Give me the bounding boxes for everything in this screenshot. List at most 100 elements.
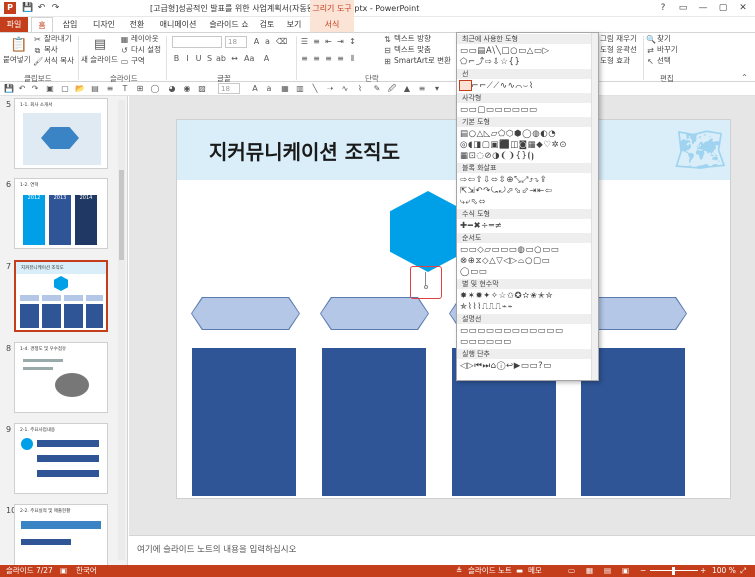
pen-icon[interactable]: ✎ (372, 84, 382, 94)
undo-icon[interactable]: ↶ (17, 84, 27, 94)
slideshow-icon[interactable]: ▣ (45, 84, 55, 94)
zoom-out-icon[interactable]: − (640, 565, 646, 577)
underline-icon[interactable]: U (194, 54, 203, 63)
reset-button[interactable]: 다시 설정 (131, 45, 161, 55)
collapse-ribbon-icon[interactable]: ⌃ (740, 73, 749, 82)
shape-outline-button[interactable]: 도형 윤곽선 (600, 45, 637, 55)
gallery-shape-row[interactable]: ⬠⌐⤴⇨⇩☆{} (460, 57, 521, 68)
gallery-shape-row[interactable]: ▭▭▭▭▭▭ (460, 337, 512, 348)
section-button[interactable]: 구역 (131, 56, 145, 66)
gallery-shape-row[interactable]: ▭▭▭▭▭▭▭▭▭▭▭▭ (460, 326, 564, 337)
line-spacing-icon[interactable]: ↕ (348, 37, 357, 46)
tab-slideshow[interactable]: 슬라이드 쇼 (205, 17, 253, 32)
gallery-shape-row[interactable]: ✚━✖÷═≠ (460, 221, 502, 232)
more-icon[interactable]: ▾ (432, 84, 442, 94)
select-button[interactable]: 선택 (657, 56, 671, 66)
qat-font-size-box[interactable]: 18 (218, 83, 240, 94)
clear-format-icon[interactable]: ⌫ (276, 37, 287, 46)
shadow-icon[interactable]: S (205, 54, 214, 63)
slide-thumbnail-9[interactable]: 2-1. 주요사업내용 (14, 423, 108, 494)
bold-icon[interactable]: B (172, 54, 181, 63)
print-icon[interactable]: ▤ (90, 84, 100, 94)
gallery-shape-row[interactable]: ⊗⊕⧖◇△▽◁▷⌓○▢▭ (460, 256, 550, 267)
slide-thumbnail-10[interactable]: 2-2. 주요실적 및 매출현황 (14, 504, 108, 565)
tab-file[interactable]: 파일 (0, 17, 28, 32)
gallery-shape-row[interactable]: ◁▷⏮⏭⌂ⓘ↩▶▭▭?▭ (460, 361, 552, 372)
tab-home[interactable]: 홈 (31, 17, 53, 32)
ribbon-display-button[interactable]: ▭ (675, 2, 691, 15)
eyedropper-icon[interactable]: 🖉 (387, 84, 397, 94)
tab-design[interactable]: 디자인 (88, 17, 120, 32)
tab-review[interactable]: 검토 (256, 17, 278, 32)
gallery-shape-row[interactable]: ⇱⇲↶↷⤿⤾⬀⬂⬃⇥⇤⇦ (460, 186, 553, 197)
gallery-shape-row[interactable]: ▦⊡◌⊘◑❨❩{}⦗⦘ (460, 151, 534, 162)
minimize-button[interactable]: — (695, 2, 711, 15)
gallery-shape-row[interactable]: ⇨⇦⇧⇩⬄⇳⊕⤡⤢⤴⤵⇪ (460, 175, 547, 186)
top-hexagon-shape[interactable] (390, 191, 466, 272)
undo-icon[interactable]: ↶ (36, 3, 47, 14)
redo-icon[interactable]: ↷ (30, 84, 40, 94)
spellcheck-icon[interactable]: ▣ (60, 565, 67, 577)
gallery-scrollbar[interactable] (591, 33, 598, 380)
chart-icon[interactable]: ▥ (295, 84, 305, 94)
align-center-icon[interactable]: ≡ (312, 54, 321, 63)
hex-box-1[interactable] (192, 298, 299, 329)
gallery-shape-row[interactable]: ▭▭▢▭▭▭▭▭▭ (460, 105, 538, 116)
text-align-button[interactable]: 텍스트 맞춤 (394, 45, 431, 55)
italic-icon[interactable]: I (183, 54, 192, 63)
grow-font-icon[interactable]: A (252, 37, 261, 46)
language[interactable]: 한국어 (76, 565, 97, 577)
slide-thumbnail-5[interactable]: 1-1. 회사 소개서 (14, 98, 108, 169)
slide-title[interactable]: 지커뮤니케이션 조직도 (209, 136, 400, 165)
slide-thumbnail-6[interactable]: 1-2. 연혁 2012 2013 2014 (14, 178, 108, 249)
color-icon[interactable]: ◕ (167, 84, 177, 94)
paste-button[interactable]: 붙여넣기 (3, 55, 31, 65)
shape-icon[interactable]: ◯ (150, 84, 160, 94)
justify-icon[interactable]: ≡ (336, 54, 345, 63)
font-name-box[interactable] (172, 36, 222, 48)
drawn-line-selection[interactable] (410, 266, 442, 299)
slide-canvas[interactable]: 🗺 지커뮤니케이션 조직도 (176, 119, 731, 499)
maximize-button[interactable]: ▢ (715, 2, 731, 15)
shrink-font-icon[interactable]: a (263, 37, 272, 46)
reading-view-icon[interactable]: ▤ (604, 565, 611, 577)
paint-icon[interactable]: ▲ (402, 84, 412, 94)
fit-slide-icon[interactable]: ⤢ (740, 565, 746, 577)
menu-icon[interactable]: ≡ (417, 84, 427, 94)
hex-box-2[interactable] (321, 298, 428, 329)
arrow-icon[interactable]: ➝ (325, 84, 335, 94)
align-left-icon[interactable]: ≡ (300, 54, 309, 63)
gallery-shape-row[interactable]: ✸✶✹✦✧☆✩✪✫✬✭✮ (460, 291, 553, 302)
text-icon[interactable]: T (120, 84, 130, 94)
numbering-icon[interactable]: ≡ (312, 37, 321, 46)
help-button[interactable]: ? (655, 2, 671, 15)
gallery-shape-row[interactable]: ▭▭◇▱▭▭▭◍▭○▭▭ (460, 245, 559, 256)
smartart-button[interactable]: SmartArt로 변환 (394, 56, 451, 66)
save-icon[interactable]: 💾 (4, 84, 14, 94)
slide-thumbnail-8[interactable]: 1-4. 경쟁도 및 우수점유 (14, 342, 108, 413)
gallery-shape-row[interactable]: ◯▭▭ (460, 267, 487, 278)
shape-effects-button[interactable]: 도형 효과 (600, 56, 630, 66)
gallery-shape-row[interactable]: ▭▭▤A\╲□○▭△▭▷ (460, 46, 550, 57)
copy-button[interactable]: 복사 (44, 45, 58, 55)
gallery-shape-row[interactable]: ✯⌇⌇⌇⎍⎍⎍⌁⌁ (460, 302, 513, 313)
gallery-shape-row[interactable]: ◎◖◨▢▣⬛◫◙▦◆♡✲⊙ (460, 140, 567, 151)
gallery-shape-row[interactable]: ⤷⤶⬁⬄ (460, 197, 486, 208)
close-button[interactable]: ✕ (735, 2, 751, 15)
zoom-slider-thumb[interactable] (672, 567, 675, 575)
align-icon[interactable]: ≡ (105, 84, 115, 94)
redo-icon[interactable]: ↷ (50, 3, 61, 14)
tab-transitions[interactable]: 전환 (124, 17, 150, 32)
open-icon[interactable]: 📂 (75, 84, 85, 94)
content-rect-2[interactable] (322, 348, 426, 496)
text-direction-button[interactable]: 텍스트 방향 (394, 34, 431, 44)
resize-handle[interactable] (424, 285, 428, 289)
columns-icon[interactable]: ⫴ (348, 54, 357, 63)
arrange-button[interactable]: 그림 재우기 (600, 34, 637, 44)
save-icon[interactable]: 💾 (22, 3, 33, 14)
tab-animations[interactable]: 애니메이션 (154, 17, 202, 32)
indent-more-icon[interactable]: ⇥ (336, 37, 345, 46)
line-icon[interactable]: ╲ (310, 84, 320, 94)
align-right-icon[interactable]: ≡ (324, 54, 333, 63)
scrollbar-thumb[interactable] (119, 170, 124, 260)
